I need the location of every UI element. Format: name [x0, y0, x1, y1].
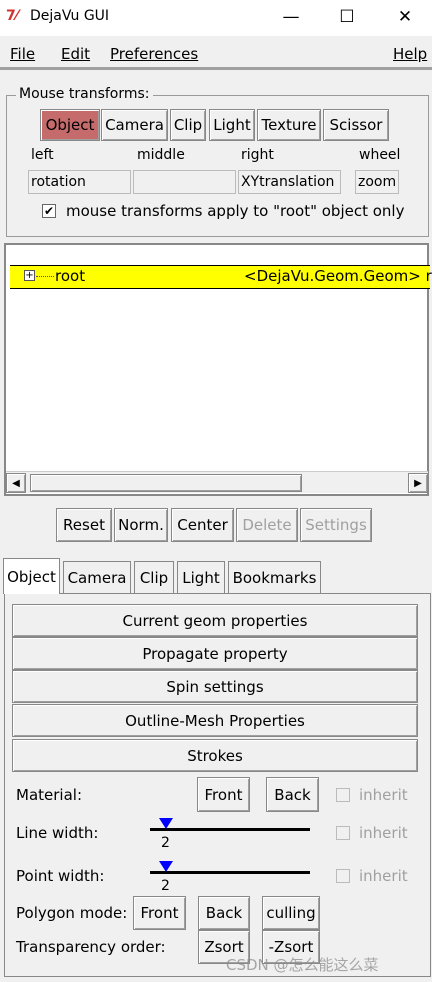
tree-node-name[interactable]: root	[55, 267, 85, 285]
material-label: Material:	[16, 786, 82, 804]
polygon-back-button[interactable]: Back	[198, 896, 250, 930]
tab-clip[interactable]: Clip	[134, 561, 174, 593]
culling-button[interactable]: culling	[262, 896, 320, 930]
tree-connector	[36, 276, 54, 277]
point-width-slider[interactable]	[150, 871, 310, 874]
point-width-inherit-label: inherit	[359, 867, 408, 885]
middle-header: middle	[137, 147, 185, 163]
center-button[interactable]: Center	[171, 508, 234, 542]
middle-action-field[interactable]	[133, 170, 236, 194]
left-action-field[interactable]: rotation	[28, 170, 131, 194]
transform-clip-button[interactable]: Clip	[170, 109, 206, 141]
spin-settings-button[interactable]: Spin settings	[12, 670, 418, 703]
reset-button[interactable]: Reset	[56, 508, 112, 542]
outline-mesh-properties-button[interactable]: Outline-Mesh Properties	[12, 704, 418, 737]
scroll-left-icon[interactable]: ◀	[6, 473, 26, 493]
point-width-handle-icon[interactable]	[159, 861, 173, 872]
point-width-value: 2	[161, 878, 170, 894]
tree-node-type: <DejaVu.Geom.Geom> r	[244, 267, 432, 285]
polygon-mode-label: Polygon mode:	[16, 904, 128, 922]
transform-camera-button[interactable]: Camera	[101, 109, 168, 141]
tab-object[interactable]: Object	[3, 558, 60, 594]
propagate-property-button[interactable]: Propagate property	[12, 637, 418, 670]
menu-file[interactable]: File	[10, 45, 35, 63]
polygon-front-button[interactable]: Front	[133, 896, 186, 930]
delete-button[interactable]: Delete	[236, 508, 298, 542]
mouse-transforms-legend: Mouse transforms:	[16, 86, 153, 102]
line-width-label: Line width:	[16, 824, 99, 842]
tab-bookmarks[interactable]: Bookmarks	[228, 561, 321, 593]
left-header: left	[31, 147, 54, 163]
wheel-header: wheel	[359, 147, 401, 163]
close-icon[interactable]: ✕	[376, 0, 432, 34]
tab-light[interactable]: Light	[177, 561, 225, 593]
material-inherit-label: inherit	[359, 786, 408, 804]
scroll-right-icon[interactable]: ▶	[408, 473, 428, 493]
root-only-label: mouse transforms apply to "root" object …	[66, 202, 405, 220]
settings-button[interactable]: Settings	[300, 508, 372, 542]
point-width-label: Point width:	[16, 867, 105, 885]
transform-scissor-button[interactable]: Scissor	[323, 109, 389, 141]
transform-texture-button[interactable]: Texture	[257, 109, 321, 141]
line-width-value: 2	[161, 835, 170, 851]
transform-light-button[interactable]: Light	[209, 109, 255, 141]
line-width-inherit-checkbox[interactable]	[336, 826, 350, 840]
material-front-button[interactable]: Front	[197, 777, 250, 812]
tab-camera[interactable]: Camera	[63, 561, 131, 593]
wheel-action-field[interactable]: zoom	[355, 170, 399, 194]
norm-button[interactable]: Norm.	[114, 508, 168, 542]
material-back-button[interactable]: Back	[266, 777, 319, 812]
expand-icon[interactable]: +	[24, 270, 35, 281]
root-only-checkbox[interactable]: ✔	[42, 204, 56, 218]
line-width-inherit-label: inherit	[359, 824, 408, 842]
tk-feather-icon: 7⁄	[6, 8, 19, 24]
minimize-icon[interactable]: —	[262, 0, 320, 34]
right-action-field[interactable]: XYtranslation	[238, 170, 341, 194]
line-width-handle-icon[interactable]	[159, 818, 173, 829]
menu-help[interactable]: Help	[393, 45, 427, 63]
transform-object-button[interactable]: Object	[40, 109, 100, 141]
material-inherit-checkbox[interactable]	[336, 788, 350, 802]
menu-preferences[interactable]: Preferences	[110, 45, 198, 63]
window-title: DejaVu GUI	[30, 8, 110, 24]
point-width-inherit-checkbox[interactable]	[336, 869, 350, 883]
watermark: CSDN @怎么能这么菜	[226, 956, 379, 974]
current-geom-properties-button[interactable]: Current geom properties	[12, 604, 418, 637]
menu-edit[interactable]: Edit	[61, 45, 90, 63]
scroll-thumb[interactable]	[30, 474, 302, 492]
strokes-button[interactable]: Strokes	[12, 739, 418, 772]
transparency-order-label: Transparency order:	[16, 938, 166, 956]
maximize-icon[interactable]: ☐	[318, 0, 376, 34]
line-width-slider[interactable]	[150, 828, 310, 831]
right-header: right	[241, 147, 274, 163]
